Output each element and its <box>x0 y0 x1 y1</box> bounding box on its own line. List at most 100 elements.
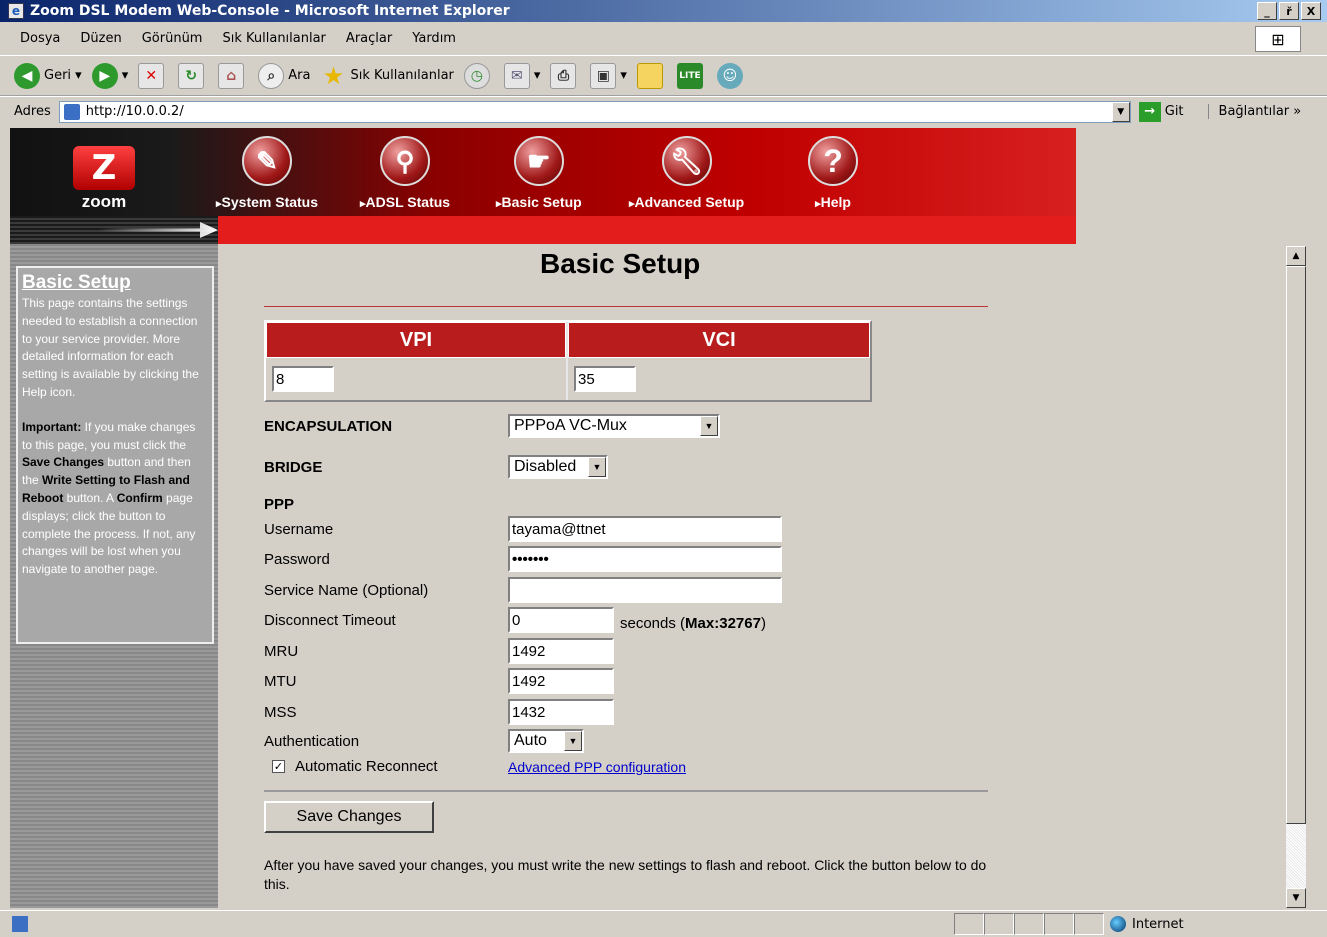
scroll-up-icon[interactable]: ▲ <box>1286 246 1306 266</box>
scroll-thumb[interactable] <box>1286 266 1306 824</box>
nav-system-status[interactable]: ✎ System Status <box>216 136 318 210</box>
edit-button[interactable]: ▣ ▾ <box>590 62 627 89</box>
password-input[interactable]: ••••••• <box>508 546 782 572</box>
mss-row: MSS 1432 <box>264 699 614 725</box>
advanced-ppp-link[interactable]: Advanced PPP configuration <box>508 759 686 775</box>
menu-tools[interactable]: Araçlar <box>346 31 392 46</box>
authentication-select[interactable]: Auto ▼ <box>508 729 584 753</box>
menu-file[interactable]: Dosya <box>20 31 60 46</box>
timeout-input[interactable]: 0 <box>508 607 614 633</box>
help-box: Basic Setup This page contains the setti… <box>16 266 214 644</box>
home-button[interactable]: ⌂ <box>218 62 248 89</box>
address-bar: Adres http://10.0.0.2/ ▼ → Git Bağlantıl… <box>0 96 1327 126</box>
print-button[interactable]: ⎙ <box>550 62 580 89</box>
write-note: After you have saved your changes, you m… <box>264 857 987 892</box>
status-pane <box>1014 913 1044 935</box>
mail-button[interactable]: ✉ ▾ <box>503 62 540 89</box>
lite-icon: LITE <box>676 62 703 89</box>
vpi-column: VPI 8 <box>266 322 568 400</box>
vpi-input[interactable]: 8 <box>272 366 334 392</box>
messenger-lite-button[interactable]: LITE <box>676 62 707 89</box>
toolbar: ◀ Geri ▾ ▶ ▾ ✕ ↻ ⌂ ⌕ Ara ★ Sık Kullanılan… <box>0 56 1327 96</box>
sidebar-important: Important: If you make changes to this p… <box>22 419 208 579</box>
wrench-icon: 🔧︎ <box>661 136 712 186</box>
zone-label: Internet <box>1132 916 1184 932</box>
favorites-button[interactable]: ★ Sık Kullanılanlar <box>320 61 454 90</box>
zoom-logo[interactable]: Z zoom <box>70 146 138 211</box>
mru-input[interactable]: 1492 <box>508 638 614 664</box>
star-icon: ★ <box>322 61 345 90</box>
bridge-select[interactable]: Disabled ▼ <box>508 455 608 479</box>
nav-label: Basic Setup <box>496 194 582 210</box>
username-input[interactable]: tayama@ttnet <box>508 516 782 542</box>
address-input[interactable]: http://10.0.0.2/ ▼ <box>58 100 1131 123</box>
search-icon: ⌕ <box>258 62 285 89</box>
password-label: Password <box>264 550 330 568</box>
chevron-down-icon: ▼ <box>700 416 718 436</box>
vpi-vci-table: VPI 8 VCI 35 <box>264 320 872 402</box>
sidebar: Basic Setup This page contains the setti… <box>10 244 218 908</box>
history-icon: ◷ <box>463 62 490 89</box>
chevron-down-icon: ▼ <box>588 457 606 477</box>
refresh-button[interactable]: ↻ <box>178 62 208 89</box>
mss-input[interactable]: 1432 <box>508 699 614 725</box>
nav-help[interactable]: ? Help <box>808 136 858 210</box>
authentication-label: Authentication <box>264 732 360 750</box>
save-changes-button[interactable]: Save Changes <box>264 801 434 833</box>
close-button[interactable]: X <box>1301 2 1321 20</box>
vci-input[interactable]: 35 <box>574 366 636 392</box>
folder-button[interactable] <box>636 62 667 89</box>
timeout-label: Disconnect Timeout <box>264 611 396 629</box>
stop-button[interactable]: ✕ <box>138 62 168 89</box>
refresh-icon: ↻ <box>178 62 205 89</box>
reconnect-checkbox[interactable]: ✓ <box>272 760 285 773</box>
ppp-label: PPP <box>264 496 295 513</box>
mail-icon: ✉ <box>503 62 530 89</box>
scroll-down-icon[interactable]: ▼ <box>1286 888 1306 908</box>
logo-text: zoom <box>81 192 127 211</box>
reconnect-row: ✓ Automatic Reconnect Advanced PPP confi… <box>264 758 686 775</box>
forward-arrow-icon: ▶ <box>91 62 118 89</box>
divider <box>264 306 988 307</box>
service-name-input[interactable] <box>508 577 782 603</box>
windows-logo-icon: ⊞ <box>1255 26 1301 52</box>
vertical-scrollbar[interactable]: ▲ ▼ <box>1286 246 1306 908</box>
page-viewport: Z zoom ✎ System Status ⚲ ADSL Status ☛ B… <box>10 128 1306 908</box>
vci-column: VCI 35 <box>568 322 870 400</box>
search-button[interactable]: ⌕ Ara <box>258 62 310 89</box>
window-titlebar: e Zoom DSL Modem Web-Console - Microsoft… <box>0 0 1327 22</box>
links-button[interactable]: Bağlantılar » <box>1207 104 1301 119</box>
nav-advanced-setup[interactable]: 🔧︎ Advanced Setup <box>629 136 744 210</box>
nav-adsl-status[interactable]: ⚲ ADSL Status <box>360 136 450 210</box>
bridge-value: Disabled <box>514 458 577 475</box>
messenger-button[interactable]: ☺ <box>716 62 747 89</box>
encapsulation-select[interactable]: PPPoA VC-Mux ▼ <box>508 414 720 438</box>
menu-view[interactable]: Görünüm <box>142 31 203 46</box>
menu-help[interactable]: Yardım <box>412 31 456 46</box>
mru-row: MRU 1492 <box>264 638 614 664</box>
menu-favorites[interactable]: Sık Kullanılanlar <box>222 31 325 46</box>
mru-label: MRU <box>264 642 299 660</box>
favorites-label: Sık Kullanılanlar <box>350 68 454 83</box>
mtu-input[interactable]: 1492 <box>508 668 614 694</box>
confirm-ref: Confirm <box>116 490 163 505</box>
bridge-label: BRIDGE <box>264 458 323 476</box>
authentication-value: Auto <box>514 732 547 749</box>
page-status-icon <box>12 916 28 932</box>
media-button[interactable]: ◷ <box>463 62 494 89</box>
status-pane <box>954 913 984 935</box>
service-name-row: Service Name (Optional) <box>264 577 782 603</box>
nav-basic-setup[interactable]: ☛ Basic Setup <box>496 136 582 210</box>
address-dropdown-icon[interactable]: ▼ <box>1111 101 1130 122</box>
menu-edit[interactable]: Düzen <box>80 31 121 46</box>
go-button[interactable]: → Git <box>1138 101 1184 122</box>
minimize-button[interactable]: _ <box>1257 2 1277 20</box>
back-button[interactable]: ◀ Geri ▾ <box>14 62 82 89</box>
reconnect-label: Automatic Reconnect <box>295 758 438 775</box>
important-label: Important: <box>22 419 82 434</box>
maximize-button[interactable]: ř <box>1279 2 1299 20</box>
forward-button[interactable]: ▶ ▾ <box>91 62 128 89</box>
page-title: Basic Setup <box>540 248 701 279</box>
status-panes: Internet <box>954 913 1304 935</box>
system-status-icon: ✎ <box>242 136 292 186</box>
